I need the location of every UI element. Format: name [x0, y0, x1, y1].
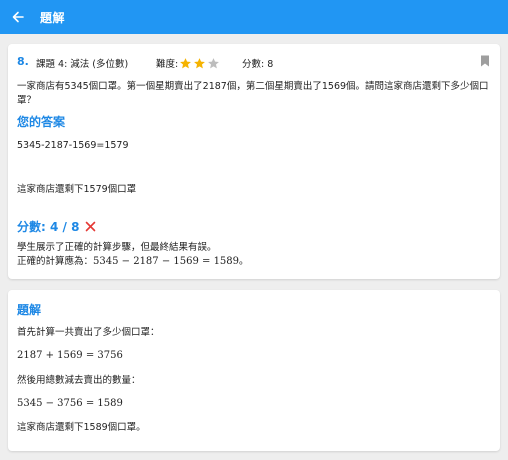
question-score: 分數: 8 [242, 59, 274, 70]
bookmark-icon[interactable] [480, 55, 490, 67]
feedback-math: 5345 − 2187 − 1569 = 1589 [93, 256, 240, 267]
difficulty-stars [179, 57, 221, 70]
solution-card: 題解 首先計算一共賣出了多少個口罩： 2187 + 1569 = 3756 然後… [8, 290, 500, 451]
solution-step2-text: 然後用總數減去賣出的數量： [17, 375, 141, 386]
answer-score: 分數: 4 / 8 [17, 220, 80, 234]
difficulty-label: 難度: [156, 59, 179, 70]
star-icon [208, 57, 220, 68]
your-answer-title: 您的答案 [17, 115, 66, 129]
star-icon [180, 57, 192, 68]
solution-step1-math: 2187 + 1569 = 3756 [17, 350, 123, 361]
app-bar: 題解 [0, 0, 508, 34]
close-icon [86, 221, 96, 232]
feedback-suffix: 。 [239, 256, 249, 267]
answer-conclusion: 這家商店還剩下1579個口罩 [17, 184, 137, 195]
feedback-line-1: 學生展示了正確的計算步驟，但最終結果有誤。 [17, 242, 217, 253]
question-text: 一家商店有5345個口罩。第一個星期賣出了2187個，第二個星期賣出了1569個… [17, 81, 489, 106]
solution-step2-math: 5345 − 3756 = 1589 [17, 398, 123, 409]
question-card: 8. 課題 4: 減法 (多位數) 難度: 分數: 8 一家商店有5345個口罩… [8, 44, 500, 279]
page-title: 題解 [40, 10, 66, 25]
difficulty: 難度: [156, 56, 221, 70]
solution-step1-text: 首先計算一共賣出了多少個口罩： [17, 327, 160, 338]
feedback-line-2: 正確的計算應為：5345 − 2187 − 1569 = 1589。 [17, 255, 249, 269]
back-button[interactable] [8, 7, 28, 27]
question-number: 8. [17, 55, 29, 68]
arrow-left-icon [12, 11, 24, 23]
solution-conclusion: 這家商店還剩下1589個口罩。 [17, 422, 146, 433]
solution-title: 題解 [17, 303, 42, 317]
answer-working: 5345-2187-1569=1579 [17, 140, 129, 151]
question-topic: 課題 4: 減法 (多位數) [36, 59, 129, 70]
question-header: 8. 課題 4: 減法 (多位數) 難度: 分數: 8 [17, 55, 493, 70]
feedback-prefix: 正確的計算應為： [17, 256, 94, 267]
answer-score-row: 分數: 4 / 8 [17, 218, 96, 235]
star-icon [194, 57, 206, 68]
